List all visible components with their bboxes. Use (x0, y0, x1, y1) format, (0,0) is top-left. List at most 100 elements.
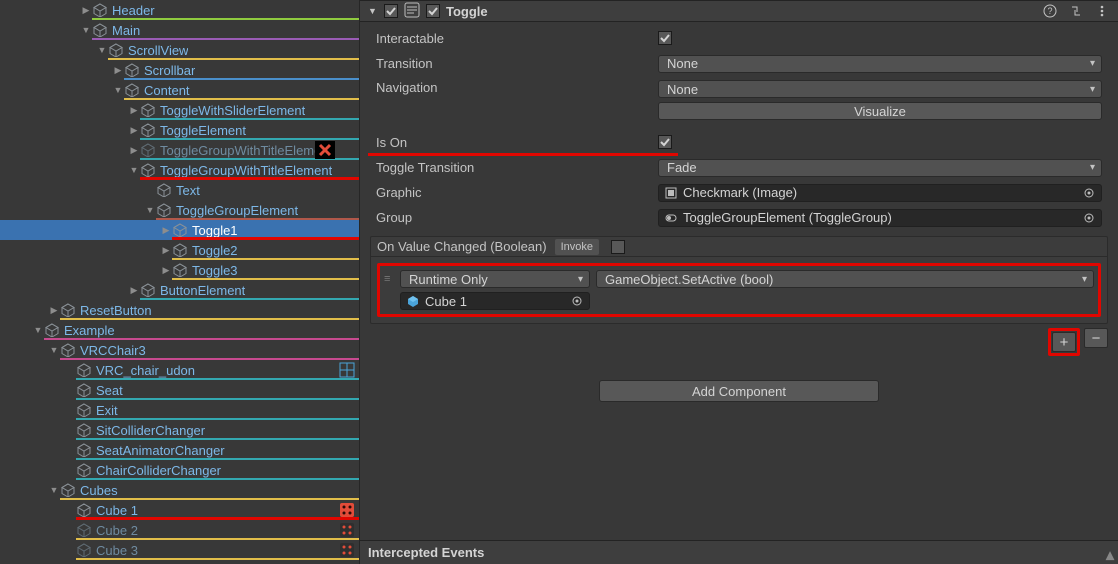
graphic-object-field[interactable]: Checkmark (Image) (658, 184, 1102, 202)
hierarchy-item[interactable]: Toggle3 (0, 260, 359, 280)
hierarchy-item[interactable]: SitColliderChanger (0, 420, 359, 440)
hierarchy-item[interactable]: ToggleElement (0, 120, 359, 140)
inspector-panel: ▼ Toggle ? Interactable Transition None (360, 0, 1118, 564)
hierarchy-item[interactable]: Scrollbar (0, 60, 359, 80)
hierarchy-item[interactable]: Main (0, 20, 359, 40)
interactable-checkbox[interactable] (658, 31, 672, 45)
hierarchy-item[interactable]: ResetButton (0, 300, 359, 320)
foldout-toggle[interactable] (160, 245, 172, 256)
foldout-toggle[interactable] (160, 225, 172, 236)
event-remove-button[interactable]: − (1084, 328, 1108, 348)
hierarchy-item[interactable]: Cubes (0, 480, 359, 500)
hierarchy-item[interactable]: ScrollView (0, 40, 359, 60)
event-target-object-field[interactable]: Cube 1 (400, 292, 590, 310)
more-icon[interactable] (1094, 3, 1110, 19)
gameobject-icon (124, 82, 140, 98)
toggle-transition-label: Toggle Transition (368, 160, 658, 175)
foldout-toggle[interactable] (160, 265, 172, 276)
hierarchy-item[interactable]: Toggle1 (0, 220, 359, 240)
hierarchy-item[interactable]: Cube 3 (0, 540, 359, 560)
hierarchy-item[interactable]: VRCChair3 (0, 340, 359, 360)
hierarchy-item[interactable]: Seat (0, 380, 359, 400)
help-icon[interactable]: ? (1042, 3, 1058, 19)
foldout-toggle[interactable] (32, 325, 44, 335)
hierarchy-item[interactable]: ButtonElement (0, 280, 359, 300)
hierarchy-item-label: Seat (96, 383, 123, 398)
hierarchy-item-label: Example (64, 323, 115, 338)
event-invoke-button[interactable]: Invoke (555, 239, 599, 255)
foldout-toggle[interactable] (48, 305, 60, 316)
image-type-icon (665, 187, 677, 199)
transition-dropdown[interactable]: None (658, 55, 1102, 73)
hierarchy-item[interactable]: ToggleGroupElement (0, 200, 359, 220)
hierarchy-item-label: SeatAnimatorChanger (96, 443, 225, 458)
hierarchy-panel[interactable]: HeaderMainScrollViewScrollbar Content Togg… (0, 0, 360, 564)
hierarchy-item-label: Content (144, 83, 190, 98)
event-extra-checkbox[interactable] (611, 240, 625, 254)
object-picker-icon[interactable] (1081, 210, 1097, 226)
toggle-transition-dropdown[interactable]: Fade (658, 159, 1102, 177)
intercepted-events-header[interactable]: Intercepted Events ▴ (360, 540, 1118, 564)
hierarchy-item[interactable]: Text (0, 180, 359, 200)
hierarchy-item[interactable]: Cube 2 (0, 520, 359, 540)
event-drag-handle[interactable]: ≡ (384, 273, 394, 285)
foldout-toggle[interactable] (144, 205, 156, 215)
hierarchy-item-label: Cube 2 (96, 523, 138, 538)
gameobject-icon (76, 402, 92, 418)
hierarchy-item[interactable]: Content (0, 80, 359, 100)
hierarchy-item[interactable]: ChairColliderChanger (0, 460, 359, 480)
object-picker-icon[interactable] (569, 293, 585, 309)
foldout-toggle[interactable] (96, 45, 108, 55)
foldout-toggle[interactable] (128, 165, 140, 175)
foldout-toggle[interactable] (112, 85, 124, 95)
component-foldout[interactable]: ▼ (368, 6, 378, 16)
hierarchy-item-label: ResetButton (80, 303, 152, 318)
event-calltype-dropdown[interactable]: Runtime Only (400, 270, 590, 288)
hierarchy-item[interactable]: SeatAnimatorChanger (0, 440, 359, 460)
hierarchy-item[interactable]: Exit (0, 400, 359, 420)
hierarchy-item[interactable]: Toggle2 (0, 240, 359, 260)
component-script-icon (404, 2, 420, 21)
foldout-toggle[interactable] (128, 105, 140, 116)
foldout-toggle[interactable] (112, 65, 124, 76)
event-function-dropdown[interactable]: GameObject.SetActive (bool) (596, 270, 1094, 288)
foldout-toggle[interactable] (80, 25, 92, 35)
group-object-field[interactable]: ToggleGroupElement (ToggleGroup) (658, 209, 1102, 227)
hierarchy-item[interactable]: Cube 1 (0, 500, 359, 520)
toggle-component-checkbox[interactable] (426, 4, 440, 18)
hierarchy-item[interactable]: Example (0, 320, 359, 340)
hierarchy-item-label: VRC_chair_udon (96, 363, 195, 378)
gameobject-icon (44, 322, 60, 338)
die-red-icon (339, 500, 355, 520)
component-enabled-checkbox[interactable] (384, 4, 398, 18)
foldout-toggle[interactable] (128, 125, 140, 136)
hierarchy-item[interactable]: ToggleGroupWithTitleElement (0, 140, 359, 160)
add-component-button[interactable]: Add Component (599, 380, 879, 402)
hierarchy-item[interactable]: VRC_chair_udon (0, 360, 359, 380)
svg-text:?: ? (1047, 6, 1052, 16)
object-picker-icon[interactable] (1081, 185, 1097, 201)
event-title: On Value Changed (Boolean) (377, 239, 547, 254)
hierarchy-item[interactable]: Header (0, 0, 359, 20)
navigation-dropdown[interactable]: None (658, 80, 1102, 98)
hierarchy-item[interactable]: ToggleWithSliderElement (0, 100, 359, 120)
preset-icon[interactable] (1068, 3, 1084, 19)
foldout-toggle[interactable] (80, 5, 92, 16)
foldout-toggle[interactable] (48, 345, 60, 355)
foldout-toggle[interactable] (48, 485, 60, 495)
hierarchy-item-label: VRCChair3 (80, 343, 146, 358)
foldout-toggle[interactable] (128, 145, 140, 156)
interactable-label: Interactable (368, 31, 658, 46)
visualize-button[interactable]: Visualize (658, 102, 1102, 120)
gameobject-icon (172, 262, 188, 278)
hierarchy-item-label: ToggleElement (160, 123, 246, 138)
gameobject-icon (76, 502, 92, 518)
hierarchy-item-label: ButtonElement (160, 283, 245, 298)
ison-checkbox[interactable] (658, 135, 672, 149)
gameobject-icon (407, 295, 419, 307)
event-entry-highlight: ≡ Runtime Only GameObject.SetActive (boo… (377, 263, 1101, 317)
foldout-toggle[interactable] (128, 285, 140, 296)
hierarchy-item[interactable]: ToggleGroupWithTitleElement (0, 160, 359, 180)
event-add-button[interactable]: + (1052, 332, 1076, 352)
component-header[interactable]: ▼ Toggle ? (360, 0, 1118, 22)
